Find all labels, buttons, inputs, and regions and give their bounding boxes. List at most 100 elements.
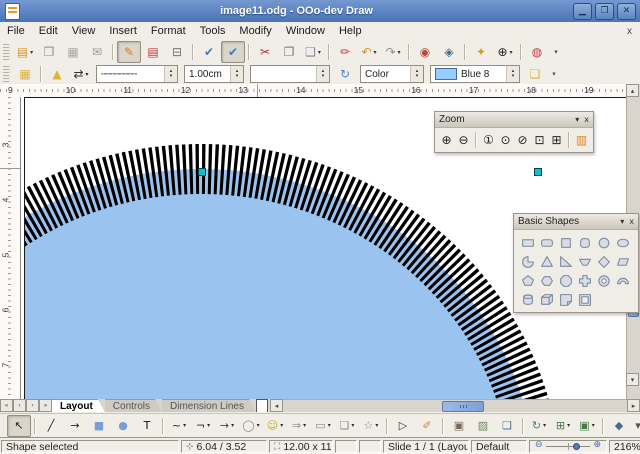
close-button[interactable]: ✕ xyxy=(617,3,636,20)
dropdown-caret-icon[interactable]: ▾ xyxy=(257,422,260,429)
next-page-button[interactable]: › xyxy=(26,399,39,412)
zoom-out-button[interactable]: ⊖ xyxy=(455,130,472,150)
clone-formatting-button[interactable]: ✏ xyxy=(333,41,357,63)
object-zoom-button[interactable]: ▥ xyxy=(573,130,590,150)
toolbar-options-button[interactable]: ▾ xyxy=(631,415,640,437)
callouts-button[interactable]: ❏▾ xyxy=(335,415,359,437)
connector-button[interactable]: ¬▾ xyxy=(191,415,215,437)
hyperlink-button[interactable]: ◉ xyxy=(413,41,437,63)
page-style[interactable]: Default xyxy=(471,440,527,453)
menu-tools[interactable]: Tools xyxy=(193,24,233,38)
toolbar-options-button[interactable]: ▾ xyxy=(549,41,563,63)
shape-cross-button[interactable] xyxy=(575,271,594,290)
basic-shapes-titlebar[interactable]: Basic Shapes ▾ x xyxy=(514,214,638,230)
shape-rounded-rectangle-button[interactable] xyxy=(537,233,556,252)
scroll-down-icon[interactable]: ▾ xyxy=(626,373,639,386)
gluepoints-button[interactable]: ✐ xyxy=(415,415,439,437)
edit-points-button[interactable]: ▷ xyxy=(391,415,415,437)
maximize-button[interactable]: ❐ xyxy=(595,3,614,20)
fill-color-dropdown[interactable]: Blue 8 ▴▾ xyxy=(430,65,520,83)
menu-view[interactable]: View xyxy=(65,24,103,38)
alignment-button[interactable]: ⊞▾ xyxy=(551,415,575,437)
shape-circle-pie-button[interactable] xyxy=(518,252,537,271)
slider-handle[interactable] xyxy=(573,443,580,450)
shape-frame-button[interactable] xyxy=(575,290,594,309)
dropdown-caret-icon[interactable]: ▾ xyxy=(374,49,377,56)
navigator-button[interactable]: ◈ xyxy=(437,41,461,63)
dropdown-caret-icon[interactable]: ▾ xyxy=(592,422,595,429)
dropdown-caret-icon[interactable]: ▾ xyxy=(351,422,354,429)
save-button[interactable]: ▦ xyxy=(61,41,85,63)
shape-square-button[interactable] xyxy=(556,233,575,252)
toolbar-grip[interactable] xyxy=(3,44,10,60)
extrusion-button[interactable]: ◆ xyxy=(607,415,631,437)
shadow-button[interactable]: ❏ xyxy=(523,63,547,85)
horizontal-ruler[interactable]: 910111213141516171819 xyxy=(0,84,626,98)
edit-file-button[interactable]: ✎ xyxy=(117,41,141,63)
minimize-button[interactable]: ▁ xyxy=(573,3,592,20)
dropdown-caret-icon[interactable]: ▾ xyxy=(183,422,186,429)
block-arrows-button[interactable]: ⇒▾ xyxy=(287,415,311,437)
dropdown-caret-icon[interactable]: ▾ xyxy=(375,422,378,429)
line-style-dropdown[interactable]: ╌╌╌╌╌╌╌╌ ▴▾ xyxy=(96,65,178,83)
menu-window[interactable]: Window xyxy=(279,24,332,38)
dropdown-caret-icon[interactable]: ▾ xyxy=(543,422,546,429)
panel-menu-icon[interactable]: ▾ xyxy=(575,115,579,124)
email-document-button[interactable]: ✉ xyxy=(85,41,109,63)
tab-layout[interactable]: Layout xyxy=(52,399,105,412)
zoom-previous-button[interactable]: ⊙ xyxy=(497,130,514,150)
spinner-icon[interactable]: ▴▾ xyxy=(164,66,177,82)
panel-menu-icon[interactable]: ▾ xyxy=(620,217,624,226)
zoom-in-icon[interactable]: ⊕ xyxy=(593,440,601,450)
dropdown-caret-icon[interactable]: ▾ xyxy=(280,422,283,429)
select-button[interactable]: ↖ xyxy=(7,415,31,437)
rectangle-button[interactable]: ■ xyxy=(87,415,111,437)
arrange-button[interactable]: ▣▾ xyxy=(575,415,599,437)
export-pdf-button[interactable]: ▤ xyxy=(141,41,165,63)
spinner-icon[interactable]: ▴▾ xyxy=(316,66,329,82)
zoom-percent[interactable]: 216% xyxy=(609,440,640,453)
slide-indicator[interactable]: Slide 1 / 1 (Layout) xyxy=(383,440,469,453)
last-page-button[interactable]: » xyxy=(39,399,52,412)
entire-page-button[interactable]: ⊡ xyxy=(531,130,548,150)
zoom-100-percent-button[interactable]: ① xyxy=(480,130,497,150)
rotate-button[interactable]: ↻▾ xyxy=(527,415,551,437)
line-width-spinbox[interactable]: 1.00cm ▴▾ xyxy=(184,65,244,83)
shape-regular-pentagon-button[interactable] xyxy=(518,271,537,290)
menu-help[interactable]: Help xyxy=(332,24,369,38)
scroll-up-icon[interactable]: ▴ xyxy=(626,84,639,97)
shape-cube-button[interactable] xyxy=(537,290,556,309)
menu-insert[interactable]: Insert xyxy=(102,24,144,38)
vertical-ruler[interactable]: 34567 xyxy=(0,97,21,399)
shape-trapezoid-button[interactable] xyxy=(575,252,594,271)
shape-rounded-square-button[interactable] xyxy=(575,233,594,252)
spinner-icon[interactable]: ▴▾ xyxy=(506,66,519,82)
new-document-button[interactable]: ▤▾ xyxy=(13,41,37,63)
shape-ring-button[interactable] xyxy=(594,271,613,290)
curve-button[interactable]: ~▾ xyxy=(167,415,191,437)
close-document-icon[interactable]: x xyxy=(627,26,632,37)
line-color-dropdown[interactable]: ▴▾ xyxy=(250,65,330,83)
scroll-right-icon[interactable]: ▸ xyxy=(627,399,640,412)
scroll-left-icon[interactable]: ◂ xyxy=(270,399,283,412)
undo-button[interactable]: ↶▾ xyxy=(357,41,381,63)
line-button[interactable]: ╱ xyxy=(39,415,63,437)
menu-format[interactable]: Format xyxy=(144,24,193,38)
area-dialog-button[interactable]: ↻ xyxy=(333,63,357,85)
dropdown-caret-icon[interactable]: ▾ xyxy=(207,422,210,429)
first-page-button[interactable]: « xyxy=(0,399,13,412)
gallery-button[interactable]: ✦ xyxy=(469,41,493,63)
zoom-slider[interactable]: ⊖ ⊕ xyxy=(537,442,599,451)
previous-page-button[interactable]: ‹ xyxy=(13,399,26,412)
dropdown-caret-icon[interactable]: ▾ xyxy=(318,49,321,56)
tab-controls[interactable]: Controls xyxy=(105,399,162,412)
symbol-shapes-button[interactable]: ☺▾ xyxy=(263,415,287,437)
dropdown-caret-icon[interactable]: ▾ xyxy=(231,422,234,429)
zoom-in-button[interactable]: ⊕ xyxy=(438,130,455,150)
selection-handle[interactable] xyxy=(534,168,542,176)
dropdown-caret-icon[interactable]: ▾ xyxy=(510,49,513,56)
shape-ellipse-button[interactable] xyxy=(613,233,632,252)
toolbar-grip[interactable] xyxy=(3,66,10,82)
basic-shapes-button[interactable]: ◯▾ xyxy=(239,415,263,437)
shape-rectangle-button[interactable] xyxy=(518,233,537,252)
